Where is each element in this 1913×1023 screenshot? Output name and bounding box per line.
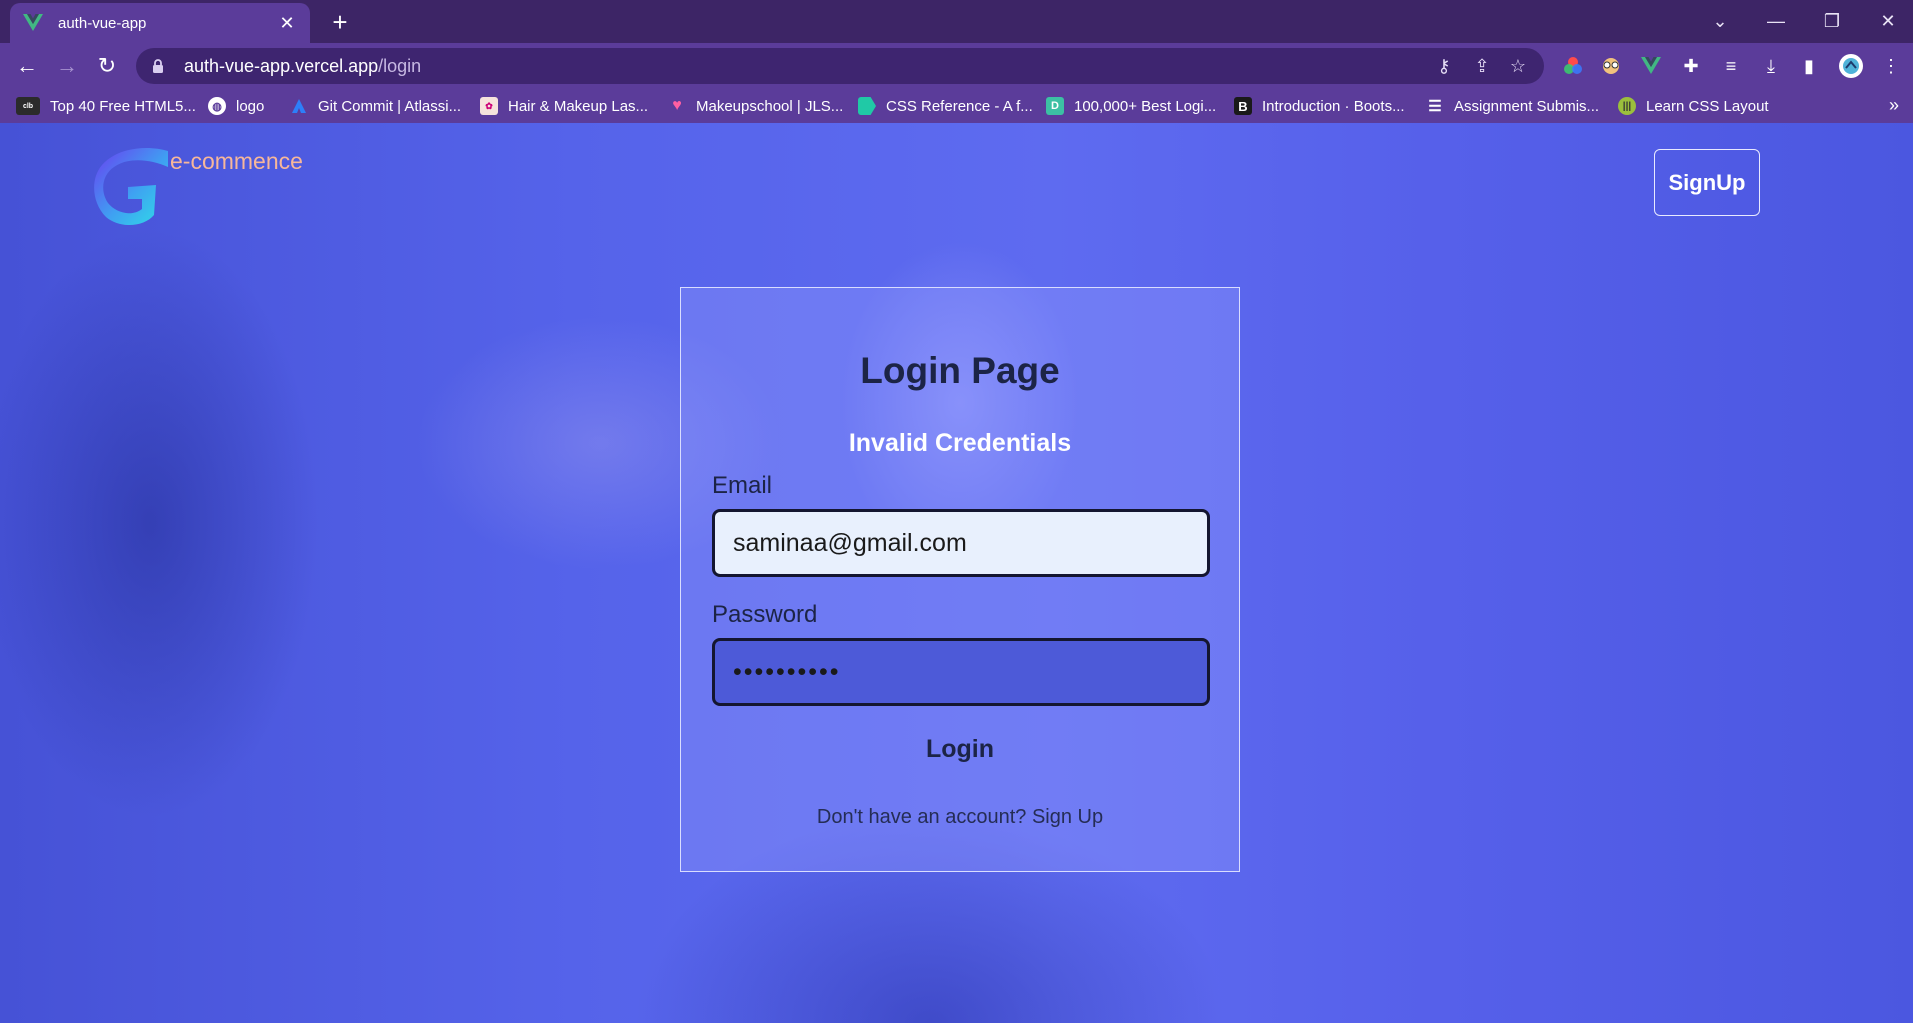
bookmark-label: 100,000+ Best Logi...: [1074, 97, 1217, 115]
bookmark-label: Git Commit | Atlassi...: [318, 97, 462, 115]
bookmark-label: Learn CSS Layout: [1646, 97, 1769, 115]
bookmark-item[interactable]: ♥ Makeupschool | JLS...: [668, 95, 843, 117]
bookmark-item[interactable]: ☰ Assignment Submis...: [1426, 95, 1599, 117]
bookmark-star-icon[interactable]: ☆: [1506, 54, 1530, 78]
browser-tab[interactable]: auth-vue-app ✕: [10, 3, 310, 43]
close-tab-icon[interactable]: ✕: [276, 12, 298, 34]
new-tab-icon[interactable]: +: [326, 7, 354, 37]
bookmark-label: Introduction · Boots...: [1262, 97, 1405, 115]
address-bar[interactable]: auth-vue-app.vercel.app/login ⚷ ⇪ ☆: [136, 48, 1544, 84]
restore-icon[interactable]: ❐: [1812, 6, 1852, 36]
globe-icon: ◍: [208, 97, 226, 115]
side-panel-icon[interactable]: ▮: [1796, 53, 1822, 79]
logo-text: e-commence: [170, 148, 303, 174]
bookmark-label: Makeupschool | JLS...: [696, 97, 844, 115]
extensions-puzzle-icon[interactable]: ✚: [1678, 53, 1704, 79]
bookmark-label: Hair & Makeup Las...: [508, 97, 649, 115]
lips-icon: ♥: [672, 97, 682, 114]
logo-icon: [94, 147, 168, 226]
browser-menu-icon[interactable]: ⋮: [1878, 53, 1904, 79]
close-window-icon[interactable]: ✕: [1868, 6, 1908, 36]
bookmark-item[interactable]: ✿ Hair & Makeup Las...: [480, 95, 648, 117]
more-bookmarks-icon[interactable]: »: [1889, 95, 1899, 116]
vue-devtools-icon[interactable]: [1638, 53, 1664, 79]
password-label: Password: [712, 601, 818, 628]
login-button[interactable]: Login: [681, 735, 1239, 764]
vue-favicon-icon: [22, 12, 44, 34]
bookmark-item[interactable]: CSS Reference - A f...: [858, 95, 1033, 117]
atlassian-icon: [290, 97, 308, 115]
color-picker-extension-icon[interactable]: [1560, 53, 1586, 79]
profile-avatar-icon[interactable]: [1838, 53, 1864, 79]
login-button-label: Login: [925, 735, 995, 763]
brand-logo[interactable]: e-commence: [88, 145, 303, 229]
bookmark-item[interactable]: D 100,000+ Best Logi...: [1046, 95, 1216, 117]
bookmark-item[interactable]: Git Commit | Atlassi...: [290, 95, 461, 117]
bookmark-label: Top 40 Free HTML5...: [50, 97, 196, 115]
password-field[interactable]: [712, 638, 1210, 706]
bookmark-item[interactable]: ◍ logo: [208, 95, 264, 117]
bookmarks-bar: clb Top 40 Free HTML5... ◍ logo Git Comm…: [0, 89, 1913, 123]
tab-search-icon[interactable]: ⌄: [1700, 6, 1740, 36]
page-title: Login Page: [860, 350, 1060, 391]
bookmark-label: logo: [236, 97, 265, 115]
bookmark-item[interactable]: clb Top 40 Free HTML5...: [16, 95, 196, 117]
reload-icon[interactable]: ↻: [92, 51, 122, 81]
error-message: Invalid Credentials: [848, 429, 1072, 457]
bookmark-label: CSS Reference - A f...: [886, 97, 1033, 115]
tab-title: auth-vue-app: [58, 14, 147, 32]
logo-site-icon: D: [1046, 97, 1064, 115]
bookmark-item[interactable]: B Introduction · Boots...: [1234, 95, 1405, 117]
signup-link[interactable]: Don't have an account? Sign Up: [681, 806, 1239, 829]
layout-icon: |||: [1618, 97, 1636, 115]
signup-button[interactable]: SignUp: [1654, 149, 1760, 216]
minimize-icon[interactable]: —: [1756, 6, 1796, 36]
browser-toolbar: ← → ↻ auth-vue-app.vercel.app/login ⚷ ⇪ …: [0, 43, 1913, 89]
bookmark-label: Assignment Submis...: [1454, 97, 1600, 115]
password-key-icon[interactable]: ⚷: [1432, 54, 1456, 78]
css-tag-icon: [858, 97, 876, 115]
back-icon[interactable]: ←: [12, 51, 42, 81]
bootstrap-icon: B: [1234, 97, 1252, 115]
glasses-extension-icon[interactable]: [1598, 53, 1624, 79]
media-queue-icon[interactable]: ≡: [1718, 53, 1744, 79]
download-icon[interactable]: ⤓: [1758, 53, 1784, 79]
url-path: /login: [378, 55, 422, 76]
list-icon: ☰: [1428, 98, 1442, 115]
email-field[interactable]: [712, 509, 1210, 577]
login-card: Login Page Invalid Credentials Email Pas…: [680, 287, 1240, 872]
colorlib-favicon-icon: clb: [16, 97, 40, 115]
url-host: auth-vue-app.vercel.app: [184, 55, 379, 76]
makeup-favicon-icon: ✿: [480, 97, 498, 115]
forward-icon[interactable]: →: [52, 51, 82, 81]
email-label: Email: [712, 472, 773, 499]
share-icon[interactable]: ⇪: [1470, 54, 1494, 78]
tab-strip: auth-vue-app ✕ + ⌄ — ❐ ✕: [0, 0, 1913, 43]
bookmark-item[interactable]: ||| Learn CSS Layout: [1618, 95, 1769, 117]
page-background: e-commence SignUp Login Page Invalid Cre…: [0, 123, 1913, 1023]
lock-icon: [152, 58, 166, 74]
